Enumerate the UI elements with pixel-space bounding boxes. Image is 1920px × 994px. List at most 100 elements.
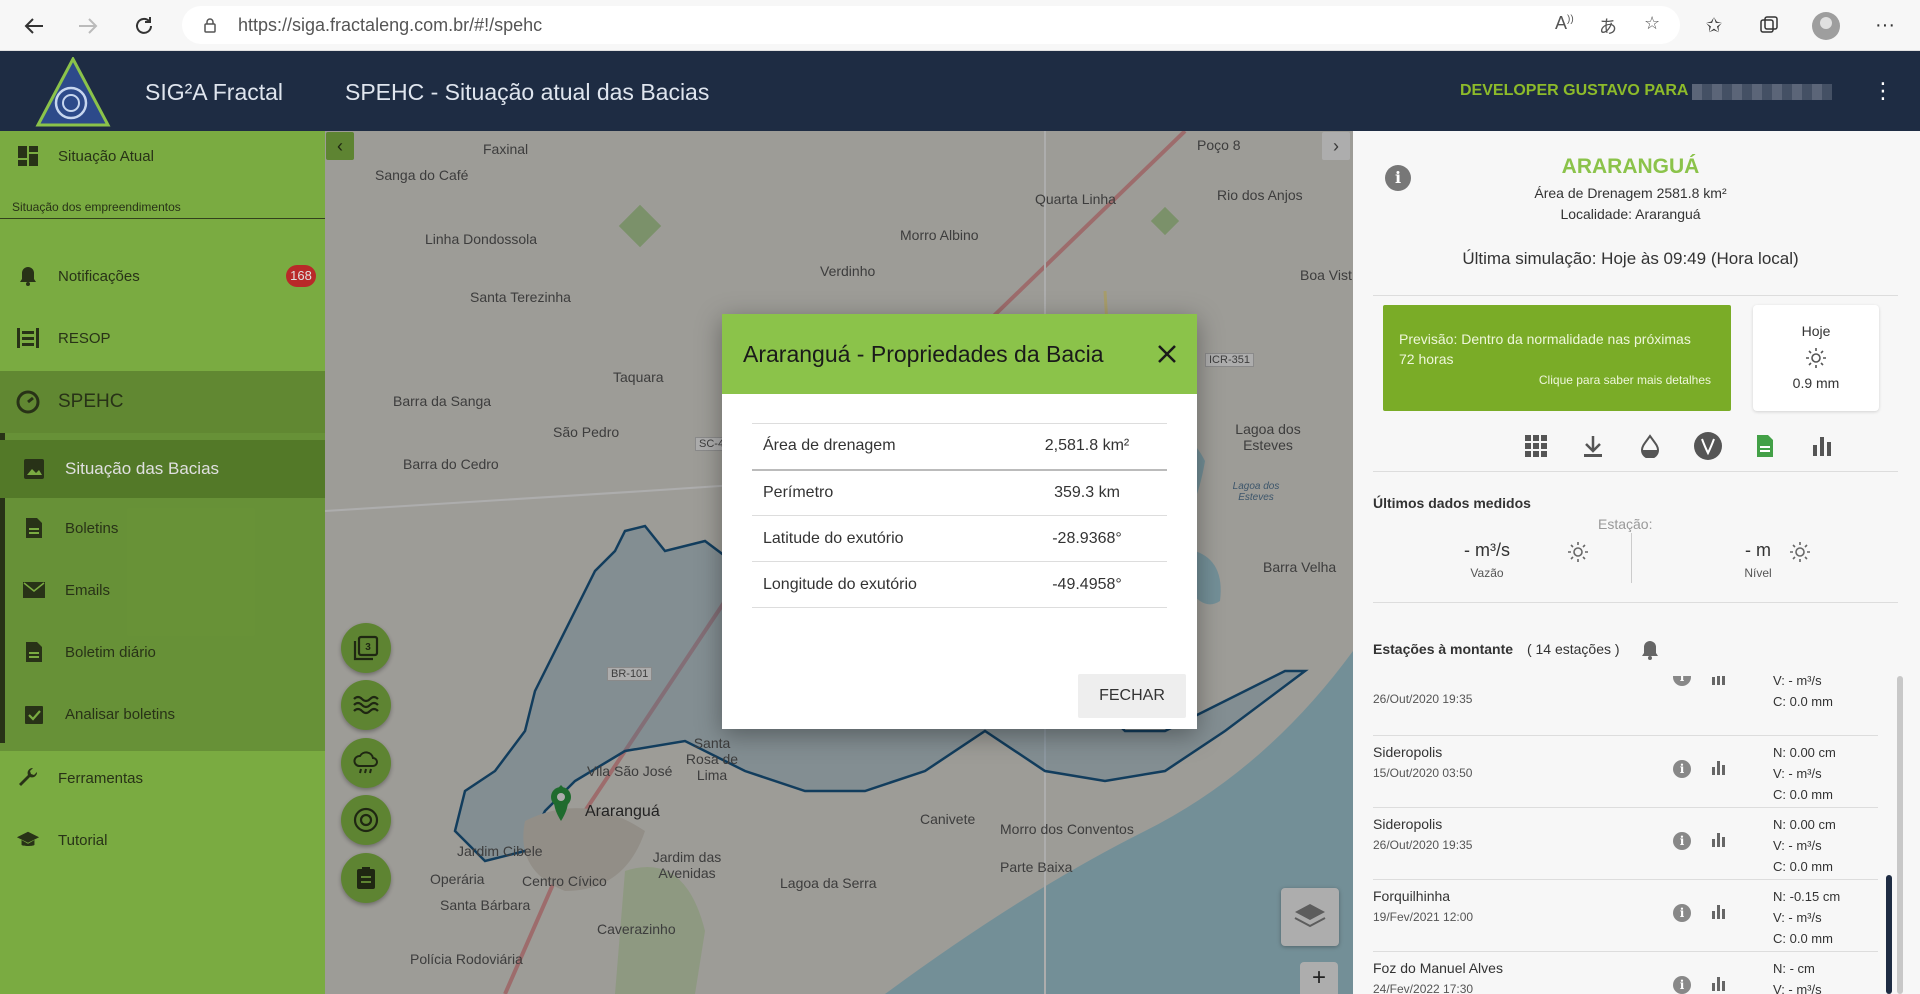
- basin-locality: Localidade: Araranguá: [1560, 206, 1701, 222]
- station-n: N: - cm: [1773, 961, 1815, 976]
- list-item: Sideropolis 15/Out/2020 03:50 i N: 0.00 …: [1373, 736, 1878, 808]
- page-title: SPEHC - Situação atual das Bacias: [345, 79, 710, 105]
- bar-chart-icon[interactable]: [1711, 676, 1727, 686]
- forecast-card[interactable]: Previsão: Dentro da normalidade nas próx…: [1383, 305, 1731, 411]
- upstream-station-list[interactable]: 26/Out/2020 19:35 i V: - m³/s C: 0.0 mm …: [1353, 676, 1920, 994]
- property-key: Latitude do exutório: [752, 515, 1007, 562]
- station-v: V: - m³/s: [1773, 838, 1822, 853]
- station-v: V: - m³/s: [1773, 982, 1822, 994]
- dialog-header: Araranguá - Propriedades da Bacia: [722, 314, 1197, 394]
- station-name: Forquilhinha: [1373, 888, 1451, 904]
- station-date: 26/Out/2020 19:35: [1373, 838, 1473, 852]
- property-key: Longitude do exutório: [752, 561, 1007, 608]
- close-icon[interactable]: [1149, 336, 1185, 372]
- measured-title: Últimos dados medidos: [1373, 495, 1531, 511]
- forward-arrow-icon[interactable]: [68, 6, 108, 46]
- station-date: 26/Out/2020 19:35: [1373, 692, 1473, 706]
- bar-chart-icon[interactable]: [1807, 431, 1837, 461]
- more-icon[interactable]: ···: [1868, 8, 1902, 42]
- upstream-title: Estações à montante ( 14 estações ): [1373, 641, 1620, 657]
- list-item: Sideropolis 26/Out/2020 19:35 i N: 0.00 …: [1373, 808, 1878, 880]
- bell-icon[interactable]: [1640, 639, 1660, 661]
- divider: [1373, 295, 1898, 296]
- basin-name: ARARANGUÁ: [1561, 155, 1700, 178]
- station-name: Foz do Manuel Alves: [1373, 960, 1503, 976]
- basin-properties-dialog: Araranguá - Propriedades da Bacia Área d…: [722, 314, 1197, 729]
- station-n: N: 0.00 cm: [1773, 817, 1836, 832]
- station-values: N: - cm V: - m³/s: [1773, 958, 1822, 994]
- bar-chart-icon[interactable]: [1711, 976, 1727, 992]
- sun-icon: [1568, 542, 1588, 562]
- reload-icon[interactable]: [124, 6, 164, 46]
- app-logo-icon[interactable]: [28, 57, 114, 129]
- forecast-details-link[interactable]: Clique para saber mais detalhes: [1539, 373, 1711, 387]
- property-value: 359.3 km: [1007, 469, 1167, 516]
- station-label: Estação:: [1598, 516, 1653, 532]
- station-c: C: 0.0 mm: [1773, 931, 1833, 946]
- divider: [1373, 471, 1898, 472]
- upstream-count: ( 14 estações ): [1526, 641, 1620, 657]
- address-bar[interactable]: https://siga.fractaleng.com.br/#!/spehc: [182, 6, 1680, 44]
- station-name: Sideropolis: [1373, 744, 1443, 760]
- bar-chart-icon[interactable]: [1711, 760, 1727, 776]
- spillway-icon[interactable]: [1693, 431, 1723, 461]
- info-icon[interactable]: i: [1673, 676, 1691, 686]
- sidebar-backdrop: [0, 131, 325, 994]
- today-label: Hoje: [1801, 323, 1831, 339]
- station-date: 19/Fev/2021 12:00: [1373, 910, 1474, 924]
- table-row: Área de drenagem 2,581.8 km²: [752, 423, 1167, 471]
- water-drop-icon[interactable]: [1635, 431, 1665, 461]
- profile-avatar[interactable]: [1812, 12, 1840, 40]
- translate-icon[interactable]: あ: [1599, 13, 1617, 39]
- station-v: V: - m³/s: [1773, 910, 1822, 925]
- divider: [1373, 602, 1898, 603]
- redacted-user-name: [1692, 84, 1832, 100]
- forecast-text: Previsão: Dentro da normalidade nas próx…: [1399, 331, 1691, 367]
- kebab-menu-icon[interactable]: ⋮: [1872, 77, 1894, 107]
- station-values: V: - m³/s C: 0.0 mm: [1773, 676, 1833, 712]
- info-icon[interactable]: i: [1673, 976, 1691, 994]
- dialog-title: Araranguá - Propriedades da Bacia: [743, 341, 1104, 367]
- list-item: Forquilhinha 19/Fev/2021 12:00 i N: -0.1…: [1373, 880, 1878, 952]
- upstream-title-text: Estações à montante: [1373, 641, 1514, 657]
- list-item: Foz do Manuel Alves 24/Fev/2022 17:30 i …: [1373, 952, 1878, 994]
- station-n: N: -0.15 cm: [1773, 889, 1841, 904]
- divider: [1631, 533, 1632, 583]
- bar-chart-icon[interactable]: [1711, 904, 1727, 920]
- sun-icon: [1790, 542, 1810, 562]
- collections-icon[interactable]: [1752, 8, 1786, 42]
- station-values: N: 0.00 cm V: - m³/s C: 0.0 mm: [1773, 742, 1836, 805]
- back-arrow-icon[interactable]: [14, 6, 54, 46]
- bar-chart-icon[interactable]: [1711, 832, 1727, 848]
- properties-table: Área de drenagem 2,581.8 km² Perímetro 3…: [752, 423, 1167, 608]
- table-row: Latitude do exutório -28.9368°: [752, 515, 1167, 562]
- download-icon[interactable]: [1578, 431, 1608, 461]
- property-value: 2,581.8 km²: [1007, 423, 1167, 471]
- flow-label: Vazão: [1470, 566, 1504, 580]
- favorites-icon[interactable]: ✩: [1697, 8, 1731, 42]
- report-document-icon[interactable]: [1750, 431, 1780, 461]
- panel-scrollbar[interactable]: [1897, 676, 1903, 994]
- list-item: 26/Out/2020 19:35 i V: - m³/s C: 0.0 mm: [1373, 676, 1878, 736]
- today-card: Hoje 0.9 mm: [1753, 305, 1879, 411]
- table-row: Perímetro 359.3 km: [752, 469, 1167, 516]
- station-date: 15/Out/2020 03:50: [1373, 766, 1473, 780]
- table-row: Longitude do exutório -49.4958°: [752, 561, 1167, 608]
- grid-icon[interactable]: [1521, 431, 1551, 461]
- property-value: -28.9368°: [1007, 515, 1167, 562]
- info-icon[interactable]: i: [1673, 832, 1691, 850]
- today-rain: 0.9 mm: [1792, 375, 1840, 391]
- station-name: Sideropolis: [1373, 816, 1443, 832]
- station-values: N: -0.15 cm V: - m³/s C: 0.0 mm: [1773, 886, 1840, 949]
- favorite-add-icon[interactable]: ☆: [1644, 13, 1660, 34]
- read-aloud-icon[interactable]: A)): [1555, 13, 1574, 34]
- info-icon[interactable]: i: [1673, 760, 1691, 778]
- sun-icon: [1806, 348, 1826, 368]
- app-name: SIG²A Fractal: [145, 79, 284, 105]
- close-button[interactable]: FECHAR: [1078, 674, 1186, 718]
- basin-panel: i ARARANGUÁ Área de Drenagem 2581.8 km² …: [1353, 131, 1920, 994]
- level-label: Nível: [1744, 566, 1772, 580]
- property-key: Área de drenagem: [752, 423, 1007, 471]
- info-icon[interactable]: i: [1673, 904, 1691, 922]
- list-scrollbar-thumb[interactable]: [1886, 875, 1892, 994]
